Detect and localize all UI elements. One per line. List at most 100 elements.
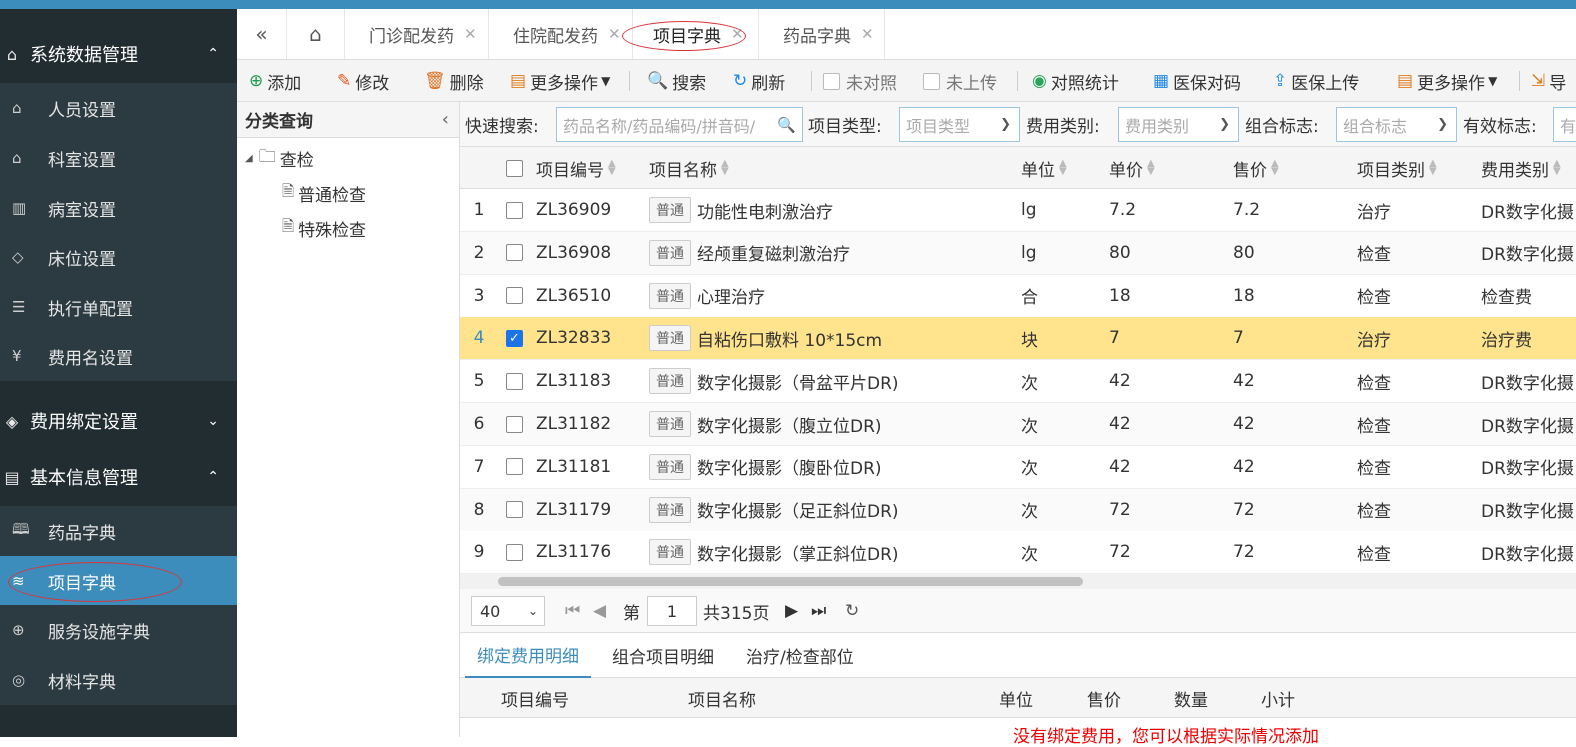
- unuploaded-checkbox[interactable]: 未上传: [923, 60, 997, 102]
- cell-text: 数字化摄影（足正斜位DR): [697, 502, 899, 523]
- insurance-upload-button[interactable]: ⇪ 医保上传: [1273, 60, 1359, 102]
- sidebar-item-department[interactable]: ⌂ 科室设置: [0, 133, 237, 183]
- row-checkbox[interactable]: [506, 403, 523, 445]
- add-button[interactable]: ⊕ 添加: [249, 60, 301, 102]
- row-checkbox[interactable]: [506, 275, 523, 317]
- col-price[interactable]: 单价 ▲ ▼: [1109, 147, 1155, 189]
- table-row[interactable]: 9 ZL31176 普通 数字化摄影（掌正斜位DR) 次 72 72 检查 DR数字化摄: [460, 531, 1576, 575]
- page-size-select[interactable]: 40 ⌄: [471, 596, 545, 626]
- row-checkbox[interactable]: [506, 189, 523, 231]
- cell-text: DR数字化摄: [1481, 373, 1574, 394]
- cell-text: ZL31182: [536, 414, 612, 434]
- insurance-match-label: 医保对码: [1173, 73, 1242, 94]
- checkbox-box: [506, 501, 523, 519]
- tab-inpatient-dispense[interactable]: 住院配发药 ✕: [489, 9, 633, 59]
- scrollbar-thumb[interactable]: [498, 577, 1083, 586]
- table-row[interactable]: 2 ZL36908 普通 经颅重复磁刺激治疗 lg 80 80 检查 DR数字化摄: [460, 231, 1576, 275]
- cell-text: ZL31179: [536, 499, 612, 520]
- more-label: 更多操作: [530, 73, 599, 94]
- tab-combo-items[interactable]: 组合项目明细: [612, 633, 714, 678]
- sidebar-item-bed[interactable]: ◇ 床位设置: [0, 232, 237, 282]
- more-actions-2-button[interactable]: ▤ 更多操作 ▼: [1397, 60, 1497, 102]
- col-name[interactable]: 项目名称 ▲ ▼: [649, 147, 729, 189]
- toolbar-divider: [811, 71, 812, 91]
- home-tab-button[interactable]: ⌂: [287, 9, 345, 59]
- cell-unit: 次: [1021, 446, 1038, 488]
- row-checkbox[interactable]: [506, 446, 523, 488]
- tab-bound-fees[interactable]: 绑定费用明细: [465, 633, 591, 678]
- row-checkbox[interactable]: [506, 489, 523, 531]
- row-checkbox[interactable]: [506, 531, 523, 573]
- item-type-select[interactable]: 项目类型 ❯: [899, 107, 1020, 142]
- insurance-match-button[interactable]: ▦ 医保对码: [1153, 60, 1241, 102]
- tab-outpatient-dispense[interactable]: 门诊配发药 ✕: [345, 9, 489, 59]
- cell-text: 42: [1233, 371, 1255, 392]
- page-number-input[interactable]: 1: [647, 596, 697, 626]
- cell-category: 检查: [1357, 275, 1391, 317]
- search-icon[interactable]: 🔍: [777, 116, 796, 134]
- col-fee[interactable]: 费用类别 ▲ ▼: [1481, 147, 1561, 189]
- tree-node-general-check[interactable]: 🗎 普通检查: [282, 178, 366, 208]
- close-icon[interactable]: ✕: [861, 25, 874, 43]
- tree-node-special-check[interactable]: 🗎 特殊检查: [282, 213, 366, 243]
- chevron-left-icon[interactable]: ‹: [442, 109, 449, 130]
- fee-type-select[interactable]: 费用类别 ❯: [1118, 107, 1239, 142]
- row-checkbox[interactable]: [506, 360, 523, 402]
- col-code[interactable]: 项目编号 ▲ ▼: [536, 147, 616, 189]
- cell-name: 普通 数字化摄影（骨盆平片DR): [649, 360, 899, 402]
- sidebar-group-label: 基本信息管理: [30, 468, 138, 489]
- sidebar-item-facility-dict[interactable]: ⊕ 服务设施字典: [0, 605, 237, 655]
- sidebar-item-drug-dict[interactable]: 🕮 药品字典: [0, 506, 237, 556]
- search-button[interactable]: 🔍 搜索: [647, 60, 706, 102]
- export-button[interactable]: ⇲ 导: [1531, 60, 1566, 102]
- combo-select[interactable]: 组合标志 ❯: [1336, 107, 1457, 142]
- sidebar-item-exec-config[interactable]: ☰ 执行单配置: [0, 282, 237, 332]
- horizontal-scrollbar[interactable]: [460, 574, 1576, 589]
- collapse-sidebar-button[interactable]: «: [237, 9, 287, 59]
- sidebar-item-ward[interactable]: ▥ 病室设置: [0, 183, 237, 233]
- next-page-button[interactable]: ▶: [785, 589, 798, 633]
- row-number: 8: [473, 499, 485, 520]
- last-page-button[interactable]: ⏭: [811, 589, 826, 633]
- sidebar-group-fee-binding[interactable]: ◈ 费用绑定设置 ⌄: [0, 396, 237, 446]
- tab-treatment-parts[interactable]: 治疗/检查部位: [746, 633, 854, 678]
- quick-search-input[interactable]: 药品名称/药品编码/拼音码/ 🔍: [556, 107, 803, 142]
- sidebar-item-staff[interactable]: ⌂ 人员设置: [0, 83, 237, 133]
- prev-page-button[interactable]: ◀: [593, 589, 606, 633]
- tab-drug-dict[interactable]: 药品字典 ✕: [759, 9, 885, 59]
- close-icon[interactable]: ✕: [608, 25, 621, 43]
- reload-icon[interactable]: ↻: [845, 589, 859, 633]
- unmatched-checkbox[interactable]: 未对照: [823, 60, 897, 102]
- table-row[interactable]: 6 ZL31182 普通 数字化摄影（腹立位DR) 次 42 42 检查 DR数字化摄: [460, 403, 1576, 446]
- select-all-checkbox[interactable]: [506, 147, 523, 189]
- table-row[interactable]: 1 ZL36909 普通 功能性电刺激治疗 lg 7.2 7.2 治疗 DR数字化摄: [460, 189, 1576, 232]
- compare-stats-button[interactable]: ◉ 对照统计: [1032, 60, 1119, 102]
- more-actions-button[interactable]: ▤ 更多操作 ▼: [510, 60, 610, 102]
- row-checkbox[interactable]: ✓: [506, 317, 523, 359]
- delete-button[interactable]: 🗑 删除: [424, 60, 484, 102]
- sidebar-group-basic-info[interactable]: ▤ 基本信息管理 ⌃: [0, 452, 237, 502]
- total-pages: 共315页: [703, 603, 770, 624]
- sidebar-item-material-dict[interactable]: ◎ 材料字典: [0, 655, 237, 705]
- close-icon[interactable]: ✕: [464, 25, 477, 43]
- tab-label: 绑定费用明细: [477, 647, 579, 667]
- checkbox-box: [506, 415, 523, 433]
- tree-node-root[interactable]: ◢ 🗀 查检: [245, 143, 314, 173]
- edit-button[interactable]: ✎ 修改: [337, 60, 389, 102]
- cell-unit: 块: [1021, 317, 1038, 359]
- row-checkbox[interactable]: [506, 232, 523, 274]
- col-unit[interactable]: 单位 ▲ ▼: [1021, 147, 1067, 189]
- table-row[interactable]: 4 ✓ ZL32833 普通 自粘伤口敷料 10*15cm 块 7 7 治疗 治疗费: [460, 317, 1576, 361]
- col-sale[interactable]: 售价 ▲ ▼: [1233, 147, 1279, 189]
- first-page-button[interactable]: ⏮: [565, 589, 580, 633]
- sidebar-group-system[interactable]: ⌂ 系统数据管理 ⌃: [0, 29, 237, 79]
- table-row[interactable]: 5 ZL31183 普通 数字化摄影（骨盆平片DR) 次 42 42 检查 DR数字化摄: [460, 360, 1576, 404]
- table-row[interactable]: 7 ZL31181 普通 数字化摄影（腹卧位DR) 次 42 42 检查 DR数字化摄: [460, 445, 1576, 489]
- table-row[interactable]: 3 ZL36510 普通 心理治疗 合 18 18 检查 检查费: [460, 274, 1576, 318]
- refresh-button[interactable]: ↻ 刷新: [733, 60, 785, 102]
- sidebar-item-fee-name[interactable]: ¥ 费用名设置: [0, 331, 237, 381]
- col-category[interactable]: 项目类别 ▲ ▼: [1357, 147, 1437, 189]
- table-row[interactable]: 8 ZL31179 普通 数字化摄影（足正斜位DR) 次 72 72 检查 DR数字化摄: [460, 488, 1576, 532]
- valid-select[interactable]: 有: [1553, 107, 1576, 142]
- plus-icon: ⊕: [249, 71, 264, 91]
